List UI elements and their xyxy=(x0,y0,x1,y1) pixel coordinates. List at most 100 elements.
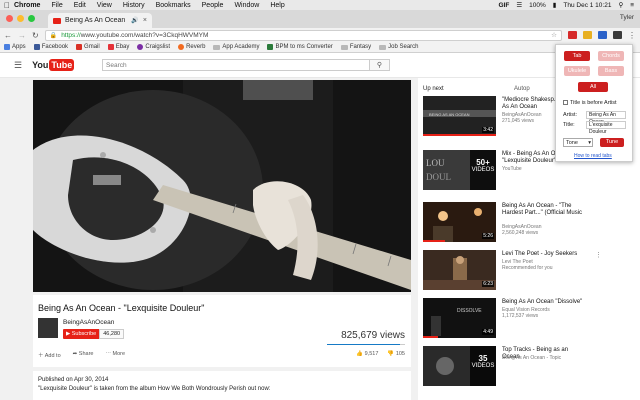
profile-name[interactable]: Tyler xyxy=(620,14,634,21)
extension-blue-icon[interactable] xyxy=(598,31,607,39)
tab-button[interactable]: Tab xyxy=(564,51,590,61)
video-title: Being As An Ocean - "Lexquisite Douleur" xyxy=(38,303,205,313)
tab-finder-extension-icon[interactable] xyxy=(613,31,622,39)
published-date: Published on Apr 30, 2014 xyxy=(38,377,109,383)
notification-center-icon[interactable]: ≡ xyxy=(630,2,634,9)
tone-select[interactable]: Tone ▾ xyxy=(563,138,593,147)
menu-edit[interactable]: Edit xyxy=(74,2,86,9)
svg-text:DISSOLVE: DISSOLVE xyxy=(457,308,482,314)
maximize-window-icon[interactable] xyxy=(28,15,35,22)
bookmark-bpm-converter[interactable]: BPM to ms Converter xyxy=(267,44,333,50)
artist-input[interactable]: Being As An Ocean xyxy=(586,111,626,125)
bookmark-facebook[interactable]: Facebook xyxy=(33,44,68,50)
all-button[interactable]: All xyxy=(578,82,608,92)
battery-percent[interactable]: 100% xyxy=(529,2,546,9)
bookmark-craigslist[interactable]: Craigslist xyxy=(137,44,170,50)
up-next-title[interactable]: Levi The Poet - Joy Seekers xyxy=(502,251,584,258)
add-to-label: Add to xyxy=(44,353,61,359)
bookmark-star-icon[interactable]: ☆ xyxy=(551,31,557,39)
extension-red-icon[interactable] xyxy=(568,31,577,39)
title-before-artist-option[interactable]: Title is before Artist xyxy=(563,100,617,106)
extension-yellow-icon[interactable] xyxy=(583,31,592,39)
wifi-icon[interactable]: ☰ xyxy=(516,1,522,9)
up-next-title[interactable]: Being As An Ocean - "The Hardest Part...… xyxy=(502,203,584,217)
menu-view[interactable]: View xyxy=(97,2,112,9)
search-box[interactable]: Search ⚲ xyxy=(102,59,390,71)
address-bar[interactable]: 🔒 https://www.youtube.com/watch?v=3CkqHW… xyxy=(44,29,562,41)
channel-name[interactable]: BeingAsAnOcean xyxy=(63,319,114,326)
how-to-read-tabs-link[interactable]: How to read tabs xyxy=(574,153,612,159)
channel-avatar[interactable] xyxy=(38,318,58,338)
youtube-logo[interactable]: You Tube xyxy=(32,59,75,71)
playlist-thumbnail[interactable]: LOU DOUL 50+ VIDEOS xyxy=(423,150,496,190)
svg-text:BEING AS AN OCEAN: BEING AS AN OCEAN xyxy=(429,112,470,117)
up-next-item[interactable]: DISSOLVE 4:49 Being As An Ocean "Dissolv… xyxy=(423,298,638,338)
minimize-window-icon[interactable] xyxy=(17,15,24,22)
back-icon[interactable]: ← xyxy=(4,31,12,40)
up-next-item[interactable]: 35 VIDEOS Top Tracks - Being as an Ocean … xyxy=(423,346,638,386)
dislike-button[interactable]: 👎 105 xyxy=(387,351,405,357)
close-tab-icon[interactable]: × xyxy=(143,17,147,24)
menu-file[interactable]: File xyxy=(51,2,62,9)
ukulele-button[interactable]: Ukulele xyxy=(564,66,590,76)
checkbox-icon[interactable] xyxy=(563,100,568,105)
clock[interactable]: Thu Dec 1 10:21 xyxy=(563,2,611,9)
audio-playing-icon[interactable]: 🔊 xyxy=(131,17,138,24)
up-next-title[interactable]: Being As An Ocean "Dissolve" xyxy=(502,299,584,306)
bookmark-folder-app-academy[interactable]: App Academy xyxy=(213,44,259,50)
chrome-menu-icon[interactable]: ⋮ xyxy=(628,31,636,40)
menu-window[interactable]: Window xyxy=(234,2,259,9)
menu-history[interactable]: History xyxy=(123,2,145,9)
share-button[interactable]: ➦ Share xyxy=(73,351,94,359)
svg-text:DOUL: DOUL xyxy=(426,172,451,182)
close-window-icon[interactable] xyxy=(6,15,13,22)
video-thumbnail[interactable]: BEING AS AN OCEAN 3:42 xyxy=(423,96,496,136)
bookmark-label: Ebay xyxy=(115,44,130,50)
apple-menu-icon[interactable]:  xyxy=(0,1,14,10)
bookmark-reverb[interactable]: Reverb xyxy=(178,44,205,50)
tune-button[interactable]: Tune xyxy=(600,138,624,147)
menu-bookmarks[interactable]: Bookmarks xyxy=(156,2,191,9)
more-dots-icon: ⋯ xyxy=(105,351,113,357)
video-thumbnail[interactable]: DISSOLVE 4:49 xyxy=(423,298,496,338)
subscribe-button[interactable]: ▶ Subscribe xyxy=(63,329,100,339)
menu-chrome[interactable]: Chrome xyxy=(14,2,40,9)
reload-icon[interactable]: ↻ xyxy=(32,31,39,40)
spotlight-icon[interactable]: ⚲ xyxy=(618,1,623,9)
video-info-card: Being As An Ocean - "Lexquisite Douleur"… xyxy=(33,295,411,367)
search-icon[interactable]: ⚲ xyxy=(369,60,389,70)
guide-menu-icon[interactable]: ☰ xyxy=(14,60,22,71)
title-input[interactable]: L'exquisite Douleur xyxy=(586,121,626,135)
video-duration: 5:26 xyxy=(482,233,494,239)
bookmark-apps[interactable]: Apps xyxy=(4,44,26,50)
folder-icon xyxy=(213,44,221,50)
browser-tab-active[interactable]: Being As An Ocean - "Lexqu 🔊 × xyxy=(48,13,152,28)
forward-icon[interactable]: → xyxy=(18,31,26,40)
bpm-converter-icon xyxy=(267,44,274,50)
bookmark-folder-fantasy[interactable]: Fantasy xyxy=(340,44,371,50)
bookmark-folder-job-search[interactable]: Job Search xyxy=(379,44,419,50)
menu-help[interactable]: Help xyxy=(270,2,284,9)
search-input[interactable]: Search xyxy=(106,62,127,69)
video-player[interactable] xyxy=(33,80,411,292)
up-next-views: 1,172,537 views xyxy=(502,313,539,319)
add-to-button[interactable]: ＋ Add to xyxy=(38,351,61,359)
like-button[interactable]: 👍 9,517 xyxy=(356,351,378,357)
up-next-item[interactable]: 5:26 Being As An Ocean - "The Hardest Pa… xyxy=(423,202,638,242)
up-next-item[interactable]: 6:23 Levi The Poet - Joy Seekers ⋮ Levi … xyxy=(423,250,638,290)
video-thumbnail[interactable]: 5:26 xyxy=(423,202,496,242)
subscribe-button-group: ▶ Subscribe 46,280 xyxy=(63,329,125,339)
chords-button[interactable]: Chords xyxy=(598,51,624,61)
tone-select-value: Tone xyxy=(566,140,578,146)
video-thumbnail[interactable]: 6:23 xyxy=(423,250,496,290)
bookmarks-bar: Apps Facebook Gmail Ebay Craigslist Reve… xyxy=(0,42,640,53)
bookmark-ebay[interactable]: Ebay xyxy=(107,44,130,50)
bass-button[interactable]: Bass xyxy=(598,66,624,76)
more-options-icon[interactable]: ⋮ xyxy=(595,251,602,259)
playlist-thumbnail[interactable]: 35 VIDEOS xyxy=(423,346,496,386)
more-button[interactable]: ⋯ More xyxy=(105,351,125,359)
autoplay-label[interactable]: Autop xyxy=(514,86,530,92)
menu-people[interactable]: People xyxy=(202,2,224,9)
gif-status-icon[interactable]: GIF xyxy=(499,2,510,9)
bookmark-gmail[interactable]: Gmail xyxy=(76,44,100,50)
